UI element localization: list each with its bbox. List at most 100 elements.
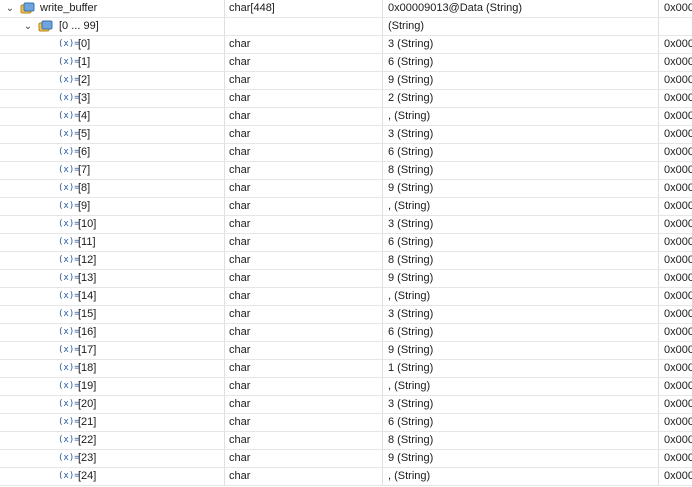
variable-icon: (x)= (58, 237, 80, 247)
variable-icon: (x)= (58, 39, 80, 49)
value-cell[interactable]: 9 (String) (384, 342, 659, 359)
variable-icon: (x)= (58, 327, 80, 337)
element-name: [3] (78, 92, 91, 104)
tree-row-element[interactable]: (x)= [14] char, (String) 0x000 (0, 288, 692, 306)
value-cell[interactable]: 3 (String) (384, 126, 659, 143)
value-cell[interactable]: 9 (String) (384, 270, 659, 287)
address-cell: 0x000 (664, 200, 692, 212)
variable-icon: (x)= (58, 363, 80, 373)
element-name: [13] (78, 272, 97, 284)
element-name: [14] (78, 290, 97, 302)
value-cell[interactable]: (String) (384, 18, 659, 35)
address-cell: 0x000 (664, 398, 692, 410)
value-cell[interactable]: 2 (String) (384, 90, 659, 107)
tree-row-element[interactable]: (x)= [15] char 3 (String) 0x000 (0, 306, 692, 324)
tree-row-element[interactable]: (x)= [24] char, (String) 0x000 (0, 468, 692, 486)
element-name: [2] (78, 74, 91, 86)
chevron-down-icon[interactable]: ⌄ (22, 18, 34, 35)
name-cell: (x)= [18] (0, 360, 225, 377)
tree-row-element[interactable]: (x)= [11] char 6 (String) 0x000 (0, 234, 692, 252)
tree-row-element[interactable]: (x)= [2] char 9 (String) 0x000 (0, 72, 692, 90)
name-cell: (x)= [13] (0, 270, 225, 287)
value-cell[interactable]: 9 (String) (384, 450, 659, 467)
tree-row-element[interactable]: (x)= [12] char 8 (String) 0x000 (0, 252, 692, 270)
variable-icon: (x)= (58, 147, 80, 157)
value-cell[interactable]: 9 (String) (384, 180, 659, 197)
name-cell: (x)= [20] (0, 396, 225, 413)
type-cell: char (225, 144, 383, 161)
value-cell[interactable]: , (String) (384, 378, 659, 395)
name-cell: (x)= [23] (0, 450, 225, 467)
tree-row-element[interactable]: (x)= [4] char, (String) 0x000 (0, 108, 692, 126)
tree-row-element[interactable]: (x)= [13] char 9 (String) 0x000 (0, 270, 692, 288)
variable-icon: (x)= (58, 291, 80, 301)
object-icon (20, 2, 35, 14)
value-cell[interactable]: 8 (String) (384, 162, 659, 179)
tree-row-element[interactable]: (x)= [18] char 1 (String) 0x000 (0, 360, 692, 378)
element-name: [8] (78, 182, 91, 194)
value-cell[interactable]: 6 (String) (384, 144, 659, 161)
element-name: [10] (78, 218, 97, 230)
type-cell: char (225, 108, 383, 125)
value-cell[interactable]: 1 (String) (384, 360, 659, 377)
chevron-down-icon[interactable]: ⌄ (4, 0, 16, 17)
address-cell: 0x000 (664, 290, 692, 302)
tree-row-element[interactable]: (x)= [9] char, (String) 0x000 (0, 198, 692, 216)
name-cell: (x)= [0] (0, 36, 225, 53)
tree-row-write-buffer[interactable]: ⌄ write_buffer char[448] 0x00009013@Data… (0, 0, 692, 18)
value-cell[interactable]: 8 (String) (384, 252, 659, 269)
tree-row-element[interactable]: (x)= [7] char 8 (String) 0x000 (0, 162, 692, 180)
address-cell: 0x000 (664, 470, 692, 482)
value-cell[interactable]: 6 (String) (384, 324, 659, 341)
element-name: [15] (78, 308, 97, 320)
tree-row-element[interactable]: (x)= [20] char 3 (String) 0x000 (0, 396, 692, 414)
variable-icon: (x)= (58, 417, 80, 427)
tree-row-element[interactable]: (x)= [17] char 9 (String) 0x000 (0, 342, 692, 360)
tree-row-element[interactable]: (x)= [5] char 3 (String) 0x000 (0, 126, 692, 144)
tree-row-element[interactable]: (x)= [1] char 6 (String) 0x000 (0, 54, 692, 72)
element-name: [9] (78, 200, 91, 212)
value-cell[interactable]: 6 (String) (384, 234, 659, 251)
element-name: [0] (78, 38, 91, 50)
type-cell: char (225, 288, 383, 305)
name-cell: (x)= [22] (0, 432, 225, 449)
tree-row-element[interactable]: (x)= [3] char 2 (String) 0x000 (0, 90, 692, 108)
element-name: [12] (78, 254, 97, 266)
tree-row-element[interactable]: (x)= [22] char 8 (String) 0x000 (0, 432, 692, 450)
tree-row-element[interactable]: (x)= [10] char 3 (String) 0x000 (0, 216, 692, 234)
value-cell[interactable]: 3 (String) (384, 36, 659, 53)
element-name: [17] (78, 344, 97, 356)
address-cell: 0x000 (664, 2, 692, 14)
type-cell: char (225, 54, 383, 71)
tree-row-element[interactable]: (x)= [0] char 3 (String) 0x000 (0, 36, 692, 54)
tree-row-element[interactable]: (x)= [19] char, (String) 0x000 (0, 378, 692, 396)
element-name: [16] (78, 326, 97, 338)
value-cell[interactable]: 0x00009013@Data (String) (384, 0, 659, 17)
value-cell[interactable]: , (String) (384, 198, 659, 215)
type-cell: char[448] (225, 0, 383, 17)
variable-icon: (x)= (58, 57, 80, 67)
element-name: [23] (78, 452, 97, 464)
tree-row-element[interactable]: (x)= [6] char 6 (String) 0x000 (0, 144, 692, 162)
value-cell[interactable]: 3 (String) (384, 396, 659, 413)
element-name: [19] (78, 380, 97, 392)
value-cell[interactable]: 9 (String) (384, 72, 659, 89)
tree-row-element[interactable]: (x)= [8] char 9 (String) 0x000 (0, 180, 692, 198)
value-cell[interactable]: 3 (String) (384, 216, 659, 233)
type-cell: char (225, 162, 383, 179)
value-cell[interactable]: 8 (String) (384, 432, 659, 449)
name-cell: (x)= [17] (0, 342, 225, 359)
tree-row-element[interactable]: (x)= [23] char 9 (String) 0x000 (0, 450, 692, 468)
element-name: [5] (78, 128, 91, 140)
tree-row-element[interactable]: (x)= [21] char 6 (String) 0x000 (0, 414, 692, 432)
tree-row-range[interactable]: ⌄ [0 ... 99] (String) (0, 18, 692, 36)
value-cell[interactable]: , (String) (384, 468, 659, 485)
element-rows: (x)= [0] char 3 (String) 0x000 (x)= [1] char 6 (… (0, 36, 692, 486)
value-cell[interactable]: , (String) (384, 108, 659, 125)
value-cell[interactable]: , (String) (384, 288, 659, 305)
tree-row-element[interactable]: (x)= [16] char 6 (String) 0x000 (0, 324, 692, 342)
value-cell[interactable]: 6 (String) (384, 54, 659, 71)
value-cell[interactable]: 3 (String) (384, 306, 659, 323)
value-cell[interactable]: 6 (String) (384, 414, 659, 431)
variable-icon: (x)= (58, 471, 80, 481)
